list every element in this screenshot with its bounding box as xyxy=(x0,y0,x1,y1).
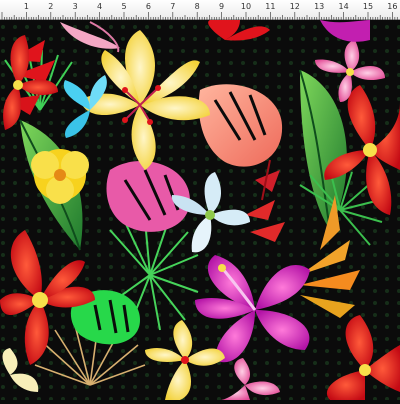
ruler-label: 10 xyxy=(241,2,251,11)
ruler-label: 14 xyxy=(339,2,349,11)
ruler-label: 1 xyxy=(24,2,29,11)
ruler-label: 16 xyxy=(387,2,397,11)
ruler-label: 6 xyxy=(146,2,151,11)
ruler-label: 11 xyxy=(265,2,275,11)
ruler-label: 2 xyxy=(48,2,53,11)
ruler-label: 13 xyxy=(314,2,324,11)
ruler-label: 5 xyxy=(121,2,126,11)
ruler-label: 3 xyxy=(73,2,78,11)
ruler-label: 15 xyxy=(363,2,373,11)
ruler-label: 7 xyxy=(170,2,175,11)
ruler-label: 4 xyxy=(97,2,102,11)
measuring-ruler: 1 2 3 4 5 6 7 8 9 10 11 12 13 14 15 16 xyxy=(0,0,400,20)
ruler-label: 9 xyxy=(219,2,224,11)
fabric-print: 1 2 3 4 5 6 7 8 9 10 11 12 13 14 15 16 xyxy=(0,0,400,400)
ruler-label: 8 xyxy=(195,2,200,11)
tropical-pattern-artwork xyxy=(0,0,400,400)
ruler-label: 12 xyxy=(290,2,300,11)
